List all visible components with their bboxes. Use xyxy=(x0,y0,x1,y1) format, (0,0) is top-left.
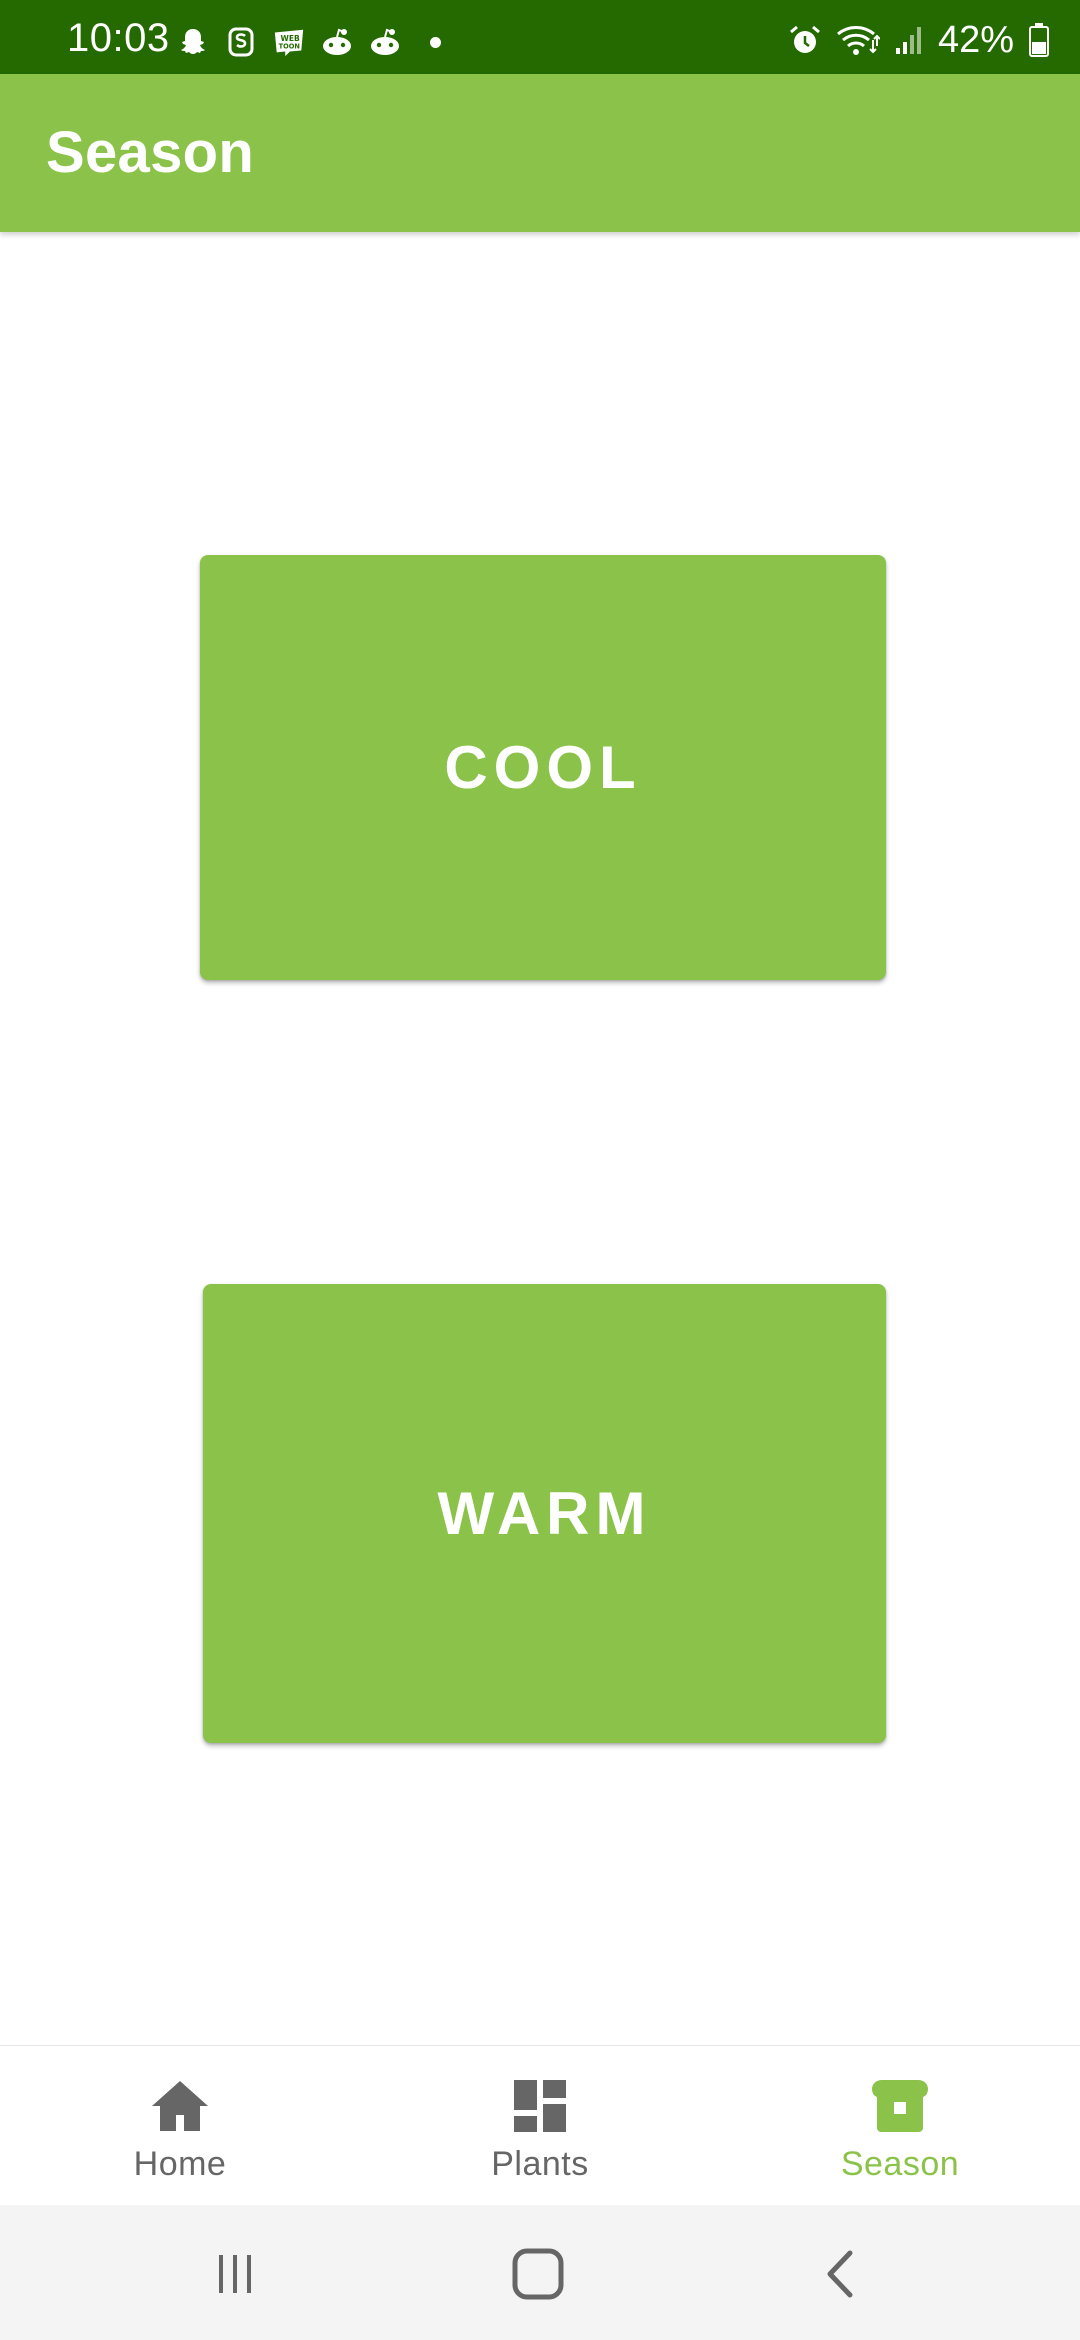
nav-label-plants: Plants xyxy=(491,2145,589,2183)
reddit-icon xyxy=(320,25,354,59)
svg-text:TOON: TOON xyxy=(279,43,300,51)
status-time: 10:03 xyxy=(67,16,170,60)
back-button[interactable] xyxy=(806,2241,876,2311)
notification-icons: WEB TOON xyxy=(176,22,441,62)
system-navigation-bar xyxy=(0,2205,1080,2340)
cash-app-icon xyxy=(224,25,258,59)
cool-button-label: COOL xyxy=(444,734,642,801)
battery-percent: 42% xyxy=(937,19,1014,61)
bread-icon xyxy=(870,2076,930,2136)
nav-label-season: Season xyxy=(840,2145,960,2183)
nav-item-season[interactable]: Season xyxy=(720,2046,1080,2206)
more-notifications-dot-icon xyxy=(430,36,441,48)
app-bar: Season xyxy=(0,74,1080,232)
signal-icon xyxy=(894,24,924,56)
cool-button[interactable]: COOL xyxy=(200,555,886,980)
reddit-icon xyxy=(368,25,402,59)
recent-apps-button[interactable] xyxy=(200,2241,270,2311)
webtoon-icon: WEB TOON xyxy=(272,25,306,59)
dashboard-icon xyxy=(510,2076,570,2136)
battery-icon xyxy=(1028,22,1050,58)
page-title: Season xyxy=(46,120,255,185)
alarm-icon xyxy=(788,23,822,57)
back-chevron-icon xyxy=(816,2249,866,2304)
warm-button-label: WARM xyxy=(437,1480,652,1547)
nav-item-home[interactable]: Home xyxy=(0,2046,360,2206)
warm-button[interactable]: WARM xyxy=(203,1284,886,1743)
home-icon xyxy=(150,2076,210,2136)
nav-label-home: Home xyxy=(133,2145,227,2183)
snapchat-icon xyxy=(176,25,210,59)
bottom-navigation: Home Plants Season xyxy=(0,2045,1080,2206)
recents-icon xyxy=(210,2249,260,2304)
wifi-icon xyxy=(836,22,880,58)
status-bar: 10:03 WEB TOON 42% xyxy=(0,0,1080,74)
status-right: 42% xyxy=(788,18,1050,62)
home-square-icon xyxy=(510,2246,566,2307)
screen: 10:03 WEB TOON 42% Season COOL WARM Home… xyxy=(0,0,1080,2340)
nav-item-plants[interactable]: Plants xyxy=(360,2046,720,2206)
home-system-button[interactable] xyxy=(503,2241,573,2311)
